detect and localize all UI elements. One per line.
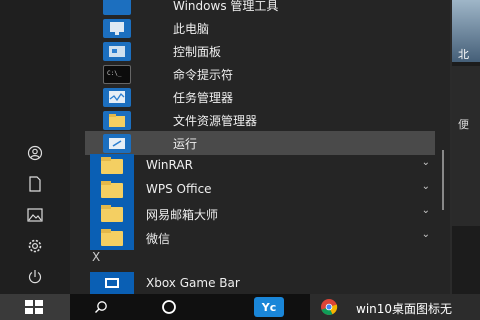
- scrollbar[interactable]: [442, 150, 444, 210]
- chevron-down-icon: ⌄: [421, 157, 430, 168]
- folder-label: WPS Office: [146, 182, 212, 196]
- control-panel-icon: [103, 42, 131, 61]
- taskbar: Yc win10桌面图标无: [0, 294, 480, 320]
- folder-label: 微信: [146, 232, 171, 246]
- app-label: 命令提示符: [173, 68, 234, 82]
- start-left-rail: [0, 0, 70, 294]
- app-label: Windows 管理工具: [173, 0, 279, 13]
- app-control-panel[interactable]: 控制面板: [85, 39, 435, 63]
- gear-icon: [28, 239, 42, 253]
- terminal-icon: C:\_: [103, 65, 131, 84]
- app-label: 控制面板: [173, 45, 222, 59]
- user-account-button[interactable]: [20, 141, 50, 165]
- yc-app-icon: Yc: [254, 297, 284, 317]
- folder-icon: [90, 202, 134, 226]
- admin-tools-icon: [103, 0, 131, 15]
- folder-wechat[interactable]: 微信 ⌄: [90, 226, 430, 250]
- power-icon: [28, 270, 42, 284]
- folder-label: WinRAR: [146, 158, 193, 172]
- computer-icon: [103, 19, 131, 38]
- folder-label: 网易邮箱大师: [146, 208, 219, 222]
- app-task-manager[interactable]: 任务管理器: [85, 85, 435, 109]
- chrome-taskbar-item[interactable]: win10桌面图标无: [310, 294, 480, 320]
- app-label: 文件资源管理器: [173, 114, 258, 128]
- start-button[interactable]: [0, 294, 70, 320]
- yc-app-label: Yc: [261, 300, 277, 314]
- folder-icon: [90, 226, 134, 250]
- file-explorer-icon: [103, 111, 131, 130]
- weather-tile-text: 北: [458, 48, 469, 61]
- run-icon: [103, 134, 131, 153]
- documents-button[interactable]: [20, 172, 50, 196]
- app-label: 此电脑: [173, 22, 210, 36]
- folder-netease-mail[interactable]: 网易邮箱大师 ⌄: [90, 202, 430, 226]
- search-button[interactable]: [88, 294, 114, 320]
- picture-icon: [27, 208, 43, 222]
- folder-wps-office[interactable]: WPS Office ⌄: [90, 178, 430, 202]
- yc-app-button[interactable]: Yc: [252, 294, 286, 320]
- app-windows-admin-tools[interactable]: Windows 管理工具: [85, 0, 435, 17]
- section-letter-header[interactable]: X: [92, 250, 100, 264]
- app-label: 任务管理器: [173, 91, 234, 105]
- task-manager-icon: [103, 88, 131, 107]
- chrome-window-title: win10桌面图标无: [356, 302, 453, 316]
- search-icon: [95, 301, 107, 313]
- user-icon: [27, 145, 43, 161]
- app-list: Windows 管理工具 此电脑 控制面板 C:\_ 命令提示符 任务管理器 文…: [70, 0, 450, 294]
- app-this-pc[interactable]: 此电脑: [85, 16, 435, 40]
- chevron-down-icon: ⌄: [421, 181, 430, 192]
- chrome-icon: [321, 299, 338, 316]
- pictures-button[interactable]: [20, 203, 50, 227]
- app-xbox-game-bar[interactable]: Xbox Game Bar: [146, 276, 240, 290]
- power-button[interactable]: [20, 265, 50, 289]
- folder-icon: [90, 178, 134, 202]
- cortana-button[interactable]: [156, 294, 182, 320]
- app-tile[interactable]: [452, 66, 480, 226]
- document-icon: [29, 176, 41, 192]
- live-tiles-area: 北 便: [452, 0, 480, 294]
- svg-text:C:\_: C:\_: [107, 70, 122, 77]
- windows-logo-icon: [25, 300, 43, 314]
- chevron-down-icon: ⌄: [421, 205, 430, 216]
- folder-icon: [90, 154, 134, 178]
- chevron-down-icon: ⌄: [421, 229, 430, 240]
- settings-button[interactable]: [20, 234, 50, 258]
- app-command-prompt[interactable]: C:\_ 命令提示符: [85, 62, 435, 86]
- app-run[interactable]: 运行: [85, 131, 435, 155]
- xbox-icon: [90, 272, 134, 294]
- folder-winrar[interactable]: WinRAR ⌄: [90, 154, 430, 178]
- app-file-explorer[interactable]: 文件资源管理器: [85, 108, 435, 132]
- app-label: 运行: [173, 137, 198, 151]
- app-tile-text: 便: [458, 118, 469, 131]
- cortana-icon: [162, 300, 176, 314]
